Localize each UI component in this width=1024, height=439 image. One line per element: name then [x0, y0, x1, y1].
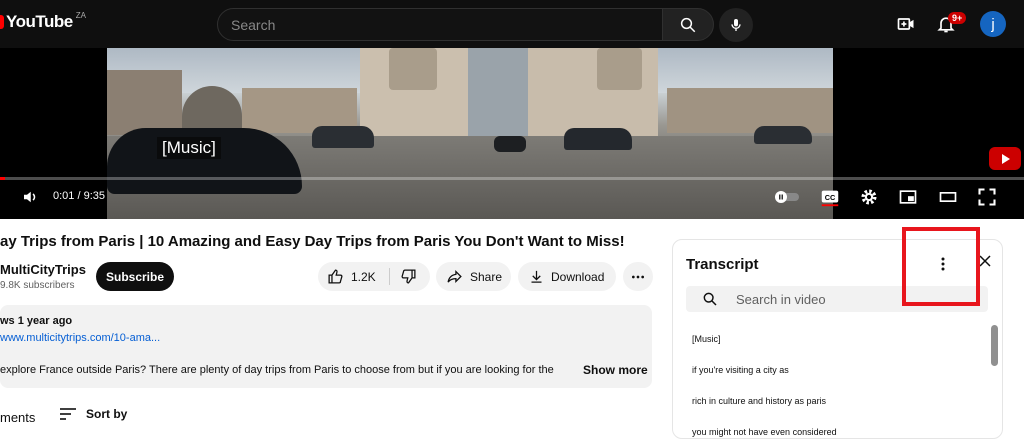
channel-name[interactable]: MultiCityTrips: [0, 262, 86, 277]
show-more-button[interactable]: Show more: [583, 363, 648, 377]
scene-car: [312, 126, 374, 148]
dislike-button[interactable]: [390, 268, 417, 285]
gear-icon: [861, 189, 877, 205]
close-icon: [979, 255, 991, 267]
description-box[interactable]: ws 1 year ago www.multicitytrips.com/10-…: [0, 305, 652, 388]
search-icon: [680, 17, 696, 32]
sort-by-button[interactable]: Sort by: [60, 407, 127, 421]
scene-building: [667, 88, 833, 133]
time-display: 0:01 / 9:35: [53, 190, 105, 202]
search-box: [217, 8, 663, 41]
scene-motorbike: [494, 136, 526, 152]
thumbs-up-icon: [328, 269, 343, 284]
youtube-watermark-button[interactable]: [989, 147, 1021, 170]
download-label: Download: [551, 269, 605, 284]
like-button[interactable]: 1.2K: [318, 268, 390, 285]
thumbs-down-icon: [401, 269, 416, 284]
view-count-date: ws 1 year ago: [0, 315, 73, 327]
scene-car: [564, 128, 632, 150]
close-transcript-button[interactable]: [978, 254, 992, 268]
transcript-segment[interactable]: you might not have even considered: [692, 427, 837, 437]
closed-captions-icon: CC: [821, 190, 839, 207]
settings-button[interactable]: [857, 185, 881, 209]
scene-car: [754, 126, 812, 144]
share-button[interactable]: Share: [436, 262, 511, 291]
logo-text: YouTube: [6, 12, 73, 31]
more-horizontal-icon: [632, 275, 644, 278]
scene-arch-opening: [468, 48, 528, 138]
miniplayer-button[interactable]: [896, 185, 920, 209]
progress-bar[interactable]: [0, 177, 1024, 180]
scene-sculpture: [597, 48, 642, 90]
search-icon: [703, 292, 717, 306]
transcript-scrollbar[interactable]: [991, 325, 998, 366]
autoplay-toggle-icon: [775, 191, 799, 203]
like-dislike-group: 1.2K: [318, 262, 430, 291]
progress-played: [0, 177, 6, 180]
download-icon: [531, 270, 542, 283]
transcript-segment[interactable]: [Music]: [692, 334, 721, 344]
masthead: YouTube ZA 9+ j: [0, 0, 1024, 48]
description-text: explore France outside Paris? There are …: [0, 364, 554, 376]
search-input[interactable]: [218, 9, 662, 40]
country-code: ZA: [75, 10, 86, 20]
player-controls: 0:01 / 9:35 CC: [0, 185, 1024, 215]
mute-button[interactable]: [18, 185, 42, 209]
closed-caption: [Music]: [157, 137, 221, 159]
create-button[interactable]: [894, 12, 918, 36]
video-title: ay Trips from Paris | 10 Amazing and Eas…: [0, 233, 625, 250]
sort-by-label: Sort by: [86, 407, 128, 421]
transcript-segment[interactable]: rich in culture and history as paris: [692, 396, 826, 406]
notification-count-badge: 9+: [948, 12, 967, 24]
voice-search-button[interactable]: [719, 8, 753, 42]
play-icon: [1002, 153, 1010, 164]
video-camera-add-icon: [897, 18, 914, 30]
transcript-segment[interactable]: if you're visiting a city as: [692, 365, 789, 375]
transcript-title: Transcript: [686, 256, 759, 273]
autoplay-toggle[interactable]: [774, 185, 800, 209]
miniplayer-icon: [899, 190, 917, 204]
theater-mode-button[interactable]: [936, 185, 960, 209]
play-logo-icon: [0, 15, 4, 29]
more-actions-button[interactable]: [623, 262, 653, 291]
sort-icon: [60, 408, 76, 420]
fullscreen-icon: [978, 188, 996, 206]
share-arrow-icon: [447, 270, 462, 283]
description-link[interactable]: www.multicitytrips.com/10-ama...: [0, 332, 160, 344]
scene-building: [107, 70, 182, 135]
theater-mode-icon: [939, 192, 957, 202]
subtitles-button[interactable]: CC: [818, 185, 842, 209]
scene-sculpture: [389, 48, 437, 90]
youtube-logo[interactable]: YouTube ZA: [0, 10, 86, 32]
fullscreen-button[interactable]: [975, 185, 999, 209]
download-button[interactable]: Download: [518, 262, 616, 291]
search-button[interactable]: [662, 8, 714, 41]
volume-icon: [24, 191, 36, 203]
comments-count: ments: [0, 410, 36, 425]
video-player[interactable]: [Music] 0:01 / 9:35 CC: [0, 48, 1024, 219]
like-count: 1.2K: [351, 269, 376, 284]
annotation-highlight-box: [902, 227, 980, 306]
svg-text:CC: CC: [825, 193, 836, 202]
microphone-icon: [731, 19, 741, 31]
account-avatar[interactable]: j: [980, 11, 1006, 37]
subscriber-count: 9.8K subscribers: [0, 280, 75, 291]
subscribe-button[interactable]: Subscribe: [96, 262, 174, 291]
share-label: Share: [470, 269, 503, 284]
